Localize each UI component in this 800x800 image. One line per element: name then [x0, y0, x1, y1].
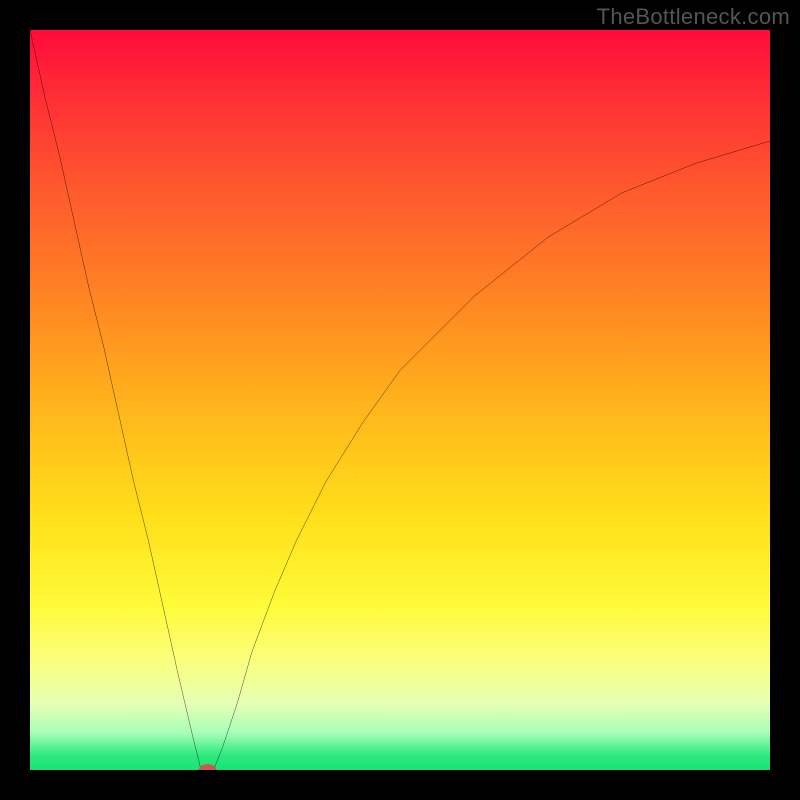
plot-area: [30, 30, 770, 770]
bottleneck-curve: [30, 30, 770, 770]
chart-overlay: [30, 30, 770, 770]
watermark-text: TheBottleneck.com: [597, 4, 790, 30]
chart-frame: TheBottleneck.com: [0, 0, 800, 800]
optimal-point-marker: [199, 764, 217, 770]
